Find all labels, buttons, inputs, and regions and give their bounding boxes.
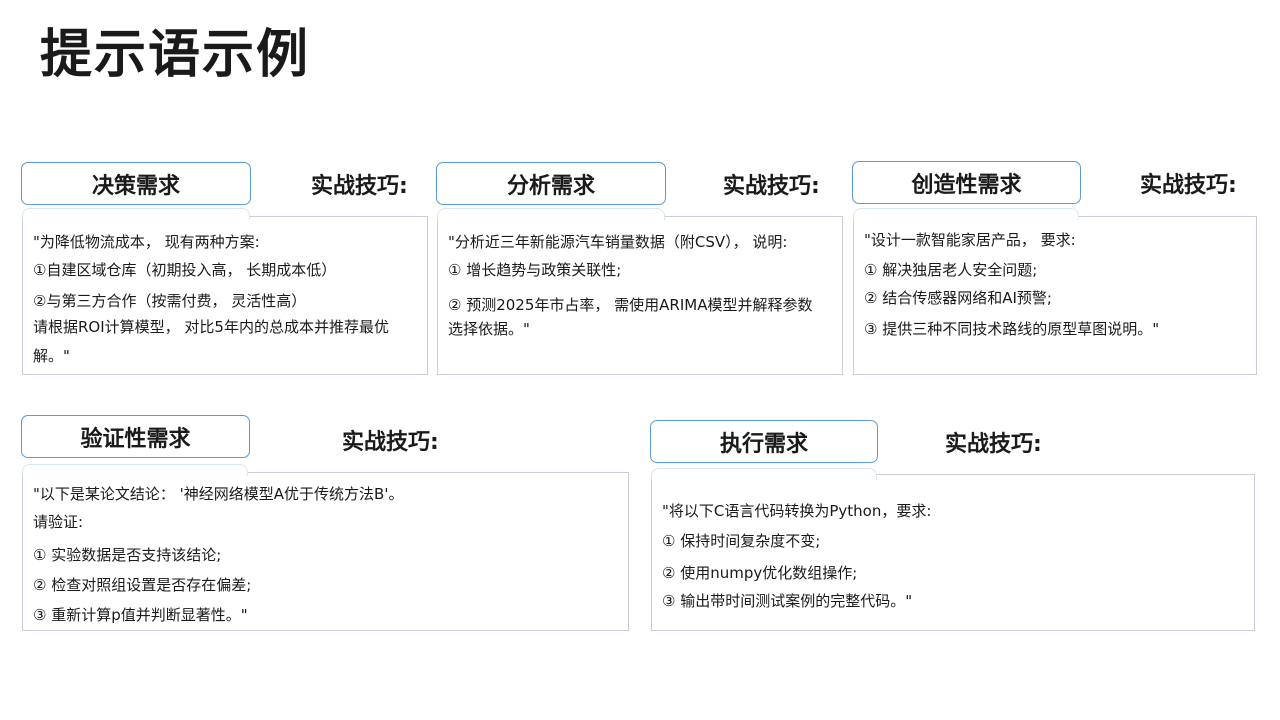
card-creative-line-2: ① 解决独居老人安全问题; xyxy=(864,261,1038,279)
card-creative-tip-label: 实战技巧: xyxy=(1140,173,1237,198)
card-verification-line-3: ① 实验数据是否支持该结论; xyxy=(33,546,222,564)
card-verification-tip-label: 实战技巧: xyxy=(342,430,439,455)
card-verification-line-5: ③ 重新计算p值并判断显著性。" xyxy=(33,606,248,624)
card-verification-tab-shadow xyxy=(22,464,248,476)
card-execution-line-1: "将以下C语言代码转换为Python，要求: xyxy=(662,502,932,520)
card-verification-title: 验证性需求 xyxy=(21,415,250,458)
card-analysis-line-2: ① 增长趋势与政策关联性; xyxy=(448,261,622,279)
card-execution-tip-label: 实战技巧: xyxy=(945,432,1042,457)
card-analysis-tab-shadow xyxy=(437,208,665,220)
card-analysis-line-1: "分析近三年新能源汽车销量数据（附CSV）， 说明: xyxy=(448,233,788,251)
card-execution-tab-shadow xyxy=(651,468,877,480)
card-execution-line-4: ③ 输出带时间测试案例的完整代码。" xyxy=(662,592,913,610)
card-creative-line-3: ② 结合传感器网络和AI预警; xyxy=(864,289,1052,307)
card-verification-line-2: 请验证: xyxy=(33,513,84,531)
card-verification-line-4: ② 检查对照组设置是否存在偏差; xyxy=(33,576,252,594)
card-execution-title: 执行需求 xyxy=(650,420,878,463)
card-decision-tip-label: 实战技巧: xyxy=(311,174,408,199)
card-creative-line-1: "设计一款智能家居产品， 要求: xyxy=(864,231,1076,249)
card-verification-line-1: "以下是某论文结论： '神经网络模型A优于传统方法B'。 xyxy=(33,485,404,503)
card-analysis-line-3: ② 预测2025年市占率， 需使用ARIMA模型并解释参数 xyxy=(448,296,813,314)
slide: 提示语示例 决策需求 实战技巧: "为降低物流成本， 现有两种方案: ①自建区域… xyxy=(0,0,1280,720)
card-decision-line-3: ②与第三方合作（按需付费， 灵活性高） xyxy=(33,292,307,310)
card-decision-line-4: 请根据ROI计算模型， 对比5年内的总成本并推荐最优 xyxy=(33,318,389,336)
card-execution-line-3: ② 使用numpy优化数组操作; xyxy=(662,564,858,582)
card-creative-title: 创造性需求 xyxy=(852,161,1081,204)
card-creative-tab-shadow xyxy=(853,208,1079,220)
card-decision-title: 决策需求 xyxy=(21,162,251,205)
card-decision-line-2: ①自建区域仓库（初期投入高， 长期成本低） xyxy=(33,261,337,279)
card-analysis-tip-label: 实战技巧: xyxy=(723,174,820,199)
card-decision-tab-shadow xyxy=(22,208,250,220)
card-decision-line-1: "为降低物流成本， 现有两种方案: xyxy=(33,233,260,251)
card-analysis-line-4: 选择依据。" xyxy=(448,320,530,338)
page-title: 提示语示例 xyxy=(40,25,311,85)
card-execution-line-2: ① 保持时间复杂度不变; xyxy=(662,532,821,550)
card-creative-line-4: ③ 提供三种不同技术路线的原型草图说明。" xyxy=(864,320,1160,338)
card-decision-line-5: 解。" xyxy=(33,347,70,365)
card-analysis-title: 分析需求 xyxy=(436,162,666,205)
